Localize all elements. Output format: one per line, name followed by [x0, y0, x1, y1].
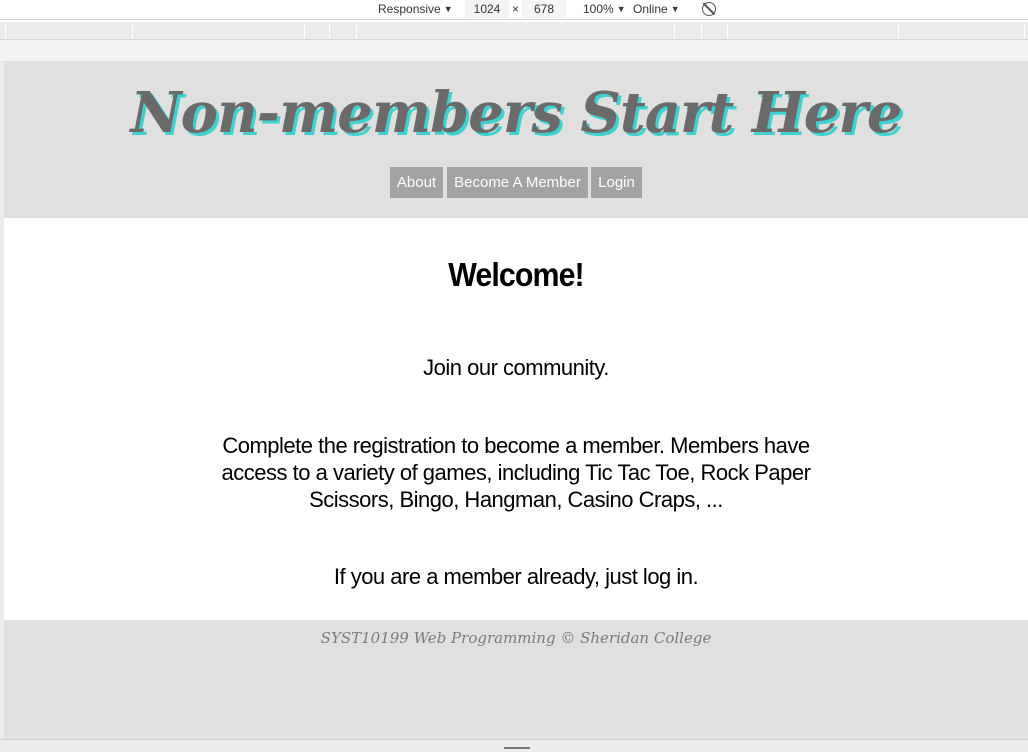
dimension-separator: ×: [512, 2, 520, 16]
join-paragraph: Join our community.: [423, 355, 609, 380]
login-paragraph: If you are a member already, just log in…: [333, 564, 699, 589]
welcome-heading: Welcome!: [448, 256, 584, 293]
ruler-tick: [898, 24, 899, 38]
resize-bar: [0, 739, 1028, 752]
device-toolbar: Responsive▼ × 100%▼ Online▼: [0, 0, 1028, 20]
emulated-viewport: Non-members Start Here About Become A Me…: [4, 61, 1028, 739]
registration-paragraph: Complete the registration to become a me…: [221, 433, 811, 512]
resize-handle-icon[interactable]: [504, 747, 530, 749]
throttle-select[interactable]: Online ▼: [633, 2, 680, 16]
ruler-tick: [701, 24, 702, 38]
ruler-tick: [5, 24, 6, 38]
media-query-ruler[interactable]: [0, 22, 1028, 40]
height-input[interactable]: [522, 0, 566, 18]
nav-login-link[interactable]: Login: [591, 167, 642, 198]
ruler-tick: [1024, 24, 1025, 38]
rotate-disabled-icon[interactable]: [702, 2, 716, 16]
throttle-label: Online: [633, 2, 668, 16]
ruler-tick: [674, 24, 675, 38]
dropdown-caret-icon: ▼: [670, 4, 680, 14]
toolbar-spacer: [0, 40, 1028, 61]
dropdown-caret-icon: ▼: [443, 4, 453, 14]
width-input[interactable]: [465, 0, 509, 18]
device-label: Responsive: [378, 2, 441, 16]
device-select[interactable]: Responsive ▼: [378, 2, 453, 16]
ruler-tick: [132, 24, 133, 38]
ruler-tick: [329, 24, 330, 38]
nav-about-link[interactable]: About: [390, 167, 443, 198]
footer-text: SYST10199 Web Programming © Sheridan Col…: [320, 629, 712, 647]
zoom-label: 100%: [583, 2, 614, 16]
ruler-tick: [304, 24, 305, 38]
main-content: Welcome! Join our community. Complete th…: [4, 218, 1028, 620]
nav-become-member-link[interactable]: Become A Member: [447, 167, 588, 198]
site-header: Non-members Start Here About Become A Me…: [4, 61, 1028, 218]
ruler-tick: [727, 24, 728, 38]
zoom-select[interactable]: 100% ▼: [583, 2, 626, 16]
site-title: Non-members Start Here: [130, 80, 902, 146]
site-footer: SYST10199 Web Programming © Sheridan Col…: [4, 620, 1028, 739]
ruler-tick: [356, 24, 357, 38]
dropdown-caret-icon: ▼: [616, 4, 626, 14]
